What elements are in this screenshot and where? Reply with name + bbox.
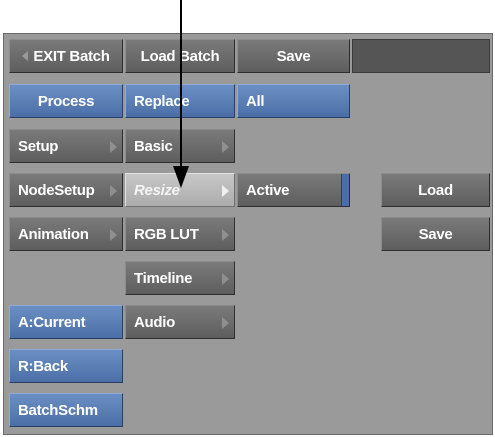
process-button[interactable]: Process	[9, 84, 123, 118]
animation-button[interactable]: Animation	[9, 217, 123, 251]
batchschm-button[interactable]: BatchSchm	[9, 393, 123, 427]
timeline-button[interactable]: Timeline	[125, 261, 235, 295]
active-label: Active	[246, 181, 290, 199]
r-back-label: R:Back	[18, 357, 68, 375]
message-field	[352, 39, 490, 73]
save-batch-label: Save	[276, 47, 311, 65]
nodesetup-label: NodeSetup	[18, 181, 95, 199]
load-button[interactable]: Load	[381, 173, 490, 207]
submenu-arrow-icon	[222, 273, 229, 285]
process-label: Process	[37, 92, 95, 110]
a-current-label: A:Current	[18, 313, 86, 331]
pointer-arrowhead	[173, 166, 189, 188]
exit-batch-button[interactable]: EXIT Batch	[9, 39, 123, 73]
nodesetup-button[interactable]: NodeSetup	[9, 173, 123, 207]
submenu-arrow-icon	[222, 185, 229, 197]
r-back-button[interactable]: R:Back	[9, 349, 123, 383]
submenu-arrow-icon	[222, 317, 229, 329]
rgb-lut-button[interactable]: RGB LUT	[125, 217, 235, 251]
setup-button[interactable]: Setup	[9, 129, 123, 163]
animation-label: Animation	[18, 225, 89, 243]
chevron-left-icon	[22, 51, 29, 61]
audio-label: Audio	[134, 313, 175, 331]
load-label: Load	[418, 181, 453, 199]
save-batch-button[interactable]: Save	[237, 39, 350, 73]
active-button[interactable]: Active	[237, 173, 350, 207]
all-label: All	[246, 92, 265, 110]
pointer-arrow-icon	[180, 0, 182, 168]
active-indicator	[341, 174, 349, 206]
submenu-arrow-icon	[222, 141, 229, 153]
all-button[interactable]: All	[237, 84, 350, 118]
rgb-lut-label: RGB LUT	[134, 225, 199, 243]
save-label: Save	[418, 225, 453, 243]
timeline-label: Timeline	[134, 269, 193, 287]
batchschm-label: BatchSchm	[18, 401, 98, 419]
a-current-button[interactable]: A:Current	[9, 305, 123, 339]
basic-label: Basic	[134, 137, 173, 155]
submenu-arrow-icon	[110, 229, 117, 241]
submenu-arrow-icon	[110, 141, 117, 153]
exit-batch-label: EXIT Batch	[33, 47, 110, 65]
setup-label: Setup	[18, 137, 59, 155]
submenu-arrow-icon	[222, 229, 229, 241]
save-button[interactable]: Save	[381, 217, 490, 251]
submenu-arrow-icon	[110, 185, 117, 197]
audio-button[interactable]: Audio	[125, 305, 235, 339]
